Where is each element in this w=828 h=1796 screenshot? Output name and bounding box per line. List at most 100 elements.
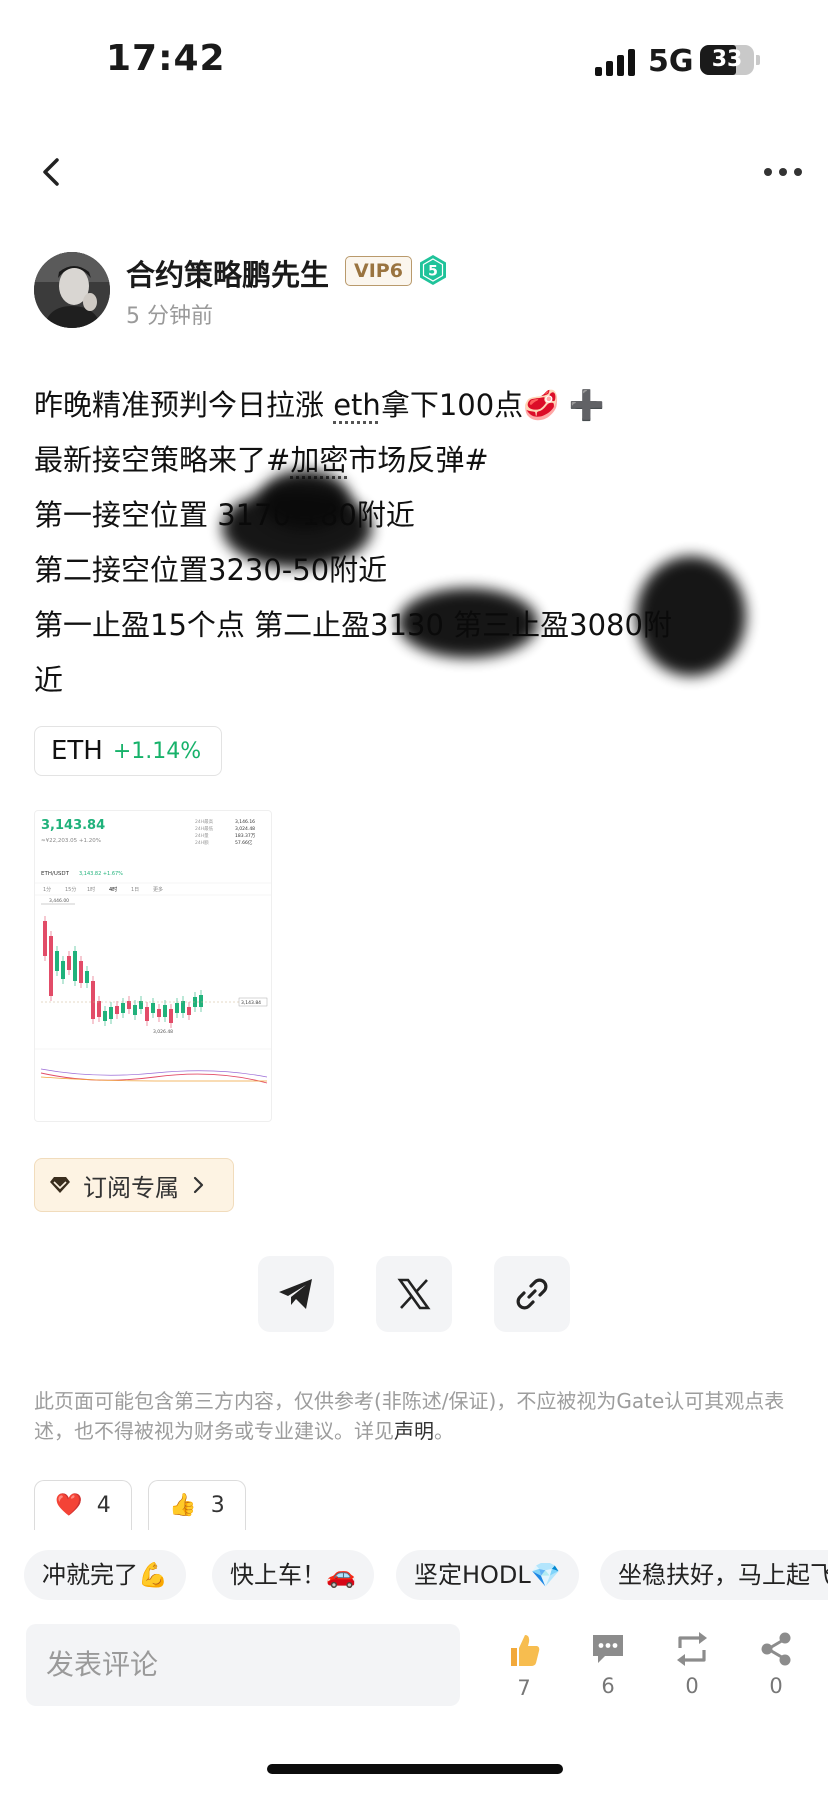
reaction-heart-button[interactable]: ❤️ 4: [34, 1480, 132, 1530]
repost-icon: [674, 1632, 710, 1666]
status-time: 17:42: [106, 38, 226, 79]
redaction-blot: [398, 588, 538, 658]
share-action[interactable]: 0: [746, 1632, 806, 1698]
coin-tag[interactable]: ETH +1.14%: [34, 726, 222, 776]
vip-badge: VIP6: [345, 256, 412, 286]
thumb-stat-key: 24H量: [195, 832, 209, 839]
level-number: 5: [428, 264, 438, 280]
thumb-candle-body: [175, 1003, 179, 1013]
quick-reply-chip[interactable]: 快上车！🚗: [212, 1550, 374, 1600]
share-x-button[interactable]: [376, 1256, 452, 1332]
thumb-pair: ETH/USDT: [41, 871, 70, 877]
chevron-left-icon: [30, 148, 74, 196]
quick-reply-chip[interactable]: 冲就完了💪: [24, 1550, 186, 1600]
reaction-count: 4: [97, 1493, 111, 1518]
post-line-1: 昨晚精准预判今日拉涨 eth拿下100点🥩 ➕: [34, 378, 794, 433]
thumb-candle-body: [133, 1005, 137, 1015]
share-telegram-button[interactable]: [258, 1256, 334, 1332]
repost-count: 0: [662, 1674, 722, 1698]
heart-icon: ❤️: [55, 1493, 82, 1518]
quick-reply-chip[interactable]: 坐稳扶好，马上起飞: [600, 1550, 828, 1600]
share-count: 0: [746, 1674, 806, 1698]
disclaimer-link[interactable]: 声明: [394, 1419, 434, 1443]
link-icon: [514, 1276, 550, 1312]
thumb-tab: 1分: [43, 886, 51, 893]
coin-change: +1.14%: [113, 739, 201, 764]
comment-bubble-icon: [590, 1632, 626, 1666]
thumb-candle-body: [145, 1007, 149, 1021]
thumb-tab: 更多: [153, 886, 163, 893]
comment-action[interactable]: 6: [578, 1632, 638, 1698]
thumb-tab: 15分: [65, 886, 76, 893]
thumb-candle-body: [157, 1009, 161, 1017]
thumb-tab: 1时: [87, 886, 95, 893]
x-logo-icon: [397, 1278, 431, 1310]
post-line-3: 第一接空位置 3170-180附近: [34, 488, 794, 543]
quick-replies: 冲就完了💪 快上车！🚗 坚定HODL💎 坐稳扶好，马上起飞: [0, 1550, 828, 1604]
thumb-low-label: 3,026.48: [153, 1029, 173, 1035]
thumb-candle-body: [115, 1006, 119, 1014]
battery-icon: 33: [700, 45, 754, 75]
thumb-candle-body: [169, 1009, 173, 1023]
more-button[interactable]: [760, 152, 806, 192]
share-link-button[interactable]: [494, 1256, 570, 1332]
redaction-blot: [260, 470, 350, 530]
subscribe-button[interactable]: 订阅专属: [34, 1158, 234, 1212]
thumb-candle-body: [85, 971, 89, 983]
back-button[interactable]: [30, 148, 74, 196]
thumb-candle-body: [187, 1007, 191, 1015]
thumbs-up-icon: [507, 1632, 541, 1668]
thumb-candle-body: [199, 995, 203, 1007]
quick-reply-chip[interactable]: 坚定HODL💎: [396, 1550, 579, 1600]
post-line-2: 最新接空策略来了#加密市场反弹#: [34, 433, 794, 488]
subscribe-label: 订阅专属: [83, 1168, 179, 1203]
thumb-candle-body: [55, 951, 59, 971]
more-dots-icon: [760, 152, 806, 192]
thumb-stat-value: 183.37万: [235, 833, 256, 839]
thumb-tab: 1日: [131, 887, 139, 893]
thumb-last-label: 3,143.84: [241, 1000, 261, 1006]
thumb-candle-body: [49, 936, 53, 996]
share-icon: [759, 1632, 793, 1666]
comment-input[interactable]: 发表评论: [26, 1624, 460, 1706]
hexagon-level-icon: 5: [418, 254, 448, 286]
home-indicator: [267, 1764, 563, 1774]
level-badge: 5: [418, 254, 448, 286]
thumb-candle-body: [73, 951, 77, 981]
thumb-stat-key: 24H额: [195, 839, 209, 846]
eth-link[interactable]: eth: [333, 388, 381, 422]
thumbs-up-icon: 👍: [169, 1493, 196, 1518]
diamond-icon: [49, 1176, 71, 1194]
thumb-candle-body: [163, 1005, 167, 1017]
thumb-candle-body: [67, 956, 71, 970]
thumb-candle-body: [181, 1001, 185, 1013]
thumb-stat-value: 3,146.16: [235, 819, 255, 825]
thumb-stat-key: 24H最低: [195, 825, 214, 832]
avatar-portrait-icon: [34, 252, 110, 328]
redaction-blot: [636, 556, 746, 676]
thumb-high-label: 3,446.00: [49, 898, 69, 904]
chart-image[interactable]: 3,143.84 ≈¥22,203.05 +1.20% ETH/USDT 3,1…: [34, 810, 272, 1122]
like-action[interactable]: 7: [494, 1632, 554, 1700]
thumb-candle-body: [91, 981, 95, 1019]
repost-action[interactable]: 0: [662, 1632, 722, 1698]
thumb-candle-body: [121, 1003, 125, 1013]
telegram-icon: [277, 1277, 315, 1311]
thumb-pair-change: 3,143.82 +1.67%: [79, 871, 123, 877]
thumb-stat-value: 57.66亿: [235, 839, 253, 846]
signal-icon: [595, 48, 635, 76]
thumb-candle-body: [43, 921, 47, 956]
reaction-thumbs-button[interactable]: 👍 3: [148, 1480, 246, 1530]
thumb-candle-body: [61, 961, 65, 979]
coin-symbol: ETH: [51, 736, 103, 766]
thumb-sub: ≈¥22,203.05 +1.20%: [41, 838, 101, 844]
thumb-candle-body: [79, 961, 83, 983]
thumb-candle-body: [151, 1003, 155, 1013]
avatar[interactable]: [34, 252, 110, 328]
author-name[interactable]: 合约策略鹏先生: [126, 252, 329, 294]
reaction-count: 3: [211, 1493, 225, 1518]
thumb-stat-value: 3,024.48: [235, 826, 255, 832]
thumb-stat-key: 24H最高: [195, 818, 214, 825]
chevron-right-icon: [191, 1175, 205, 1195]
thumb-candle-body: [103, 1011, 107, 1021]
